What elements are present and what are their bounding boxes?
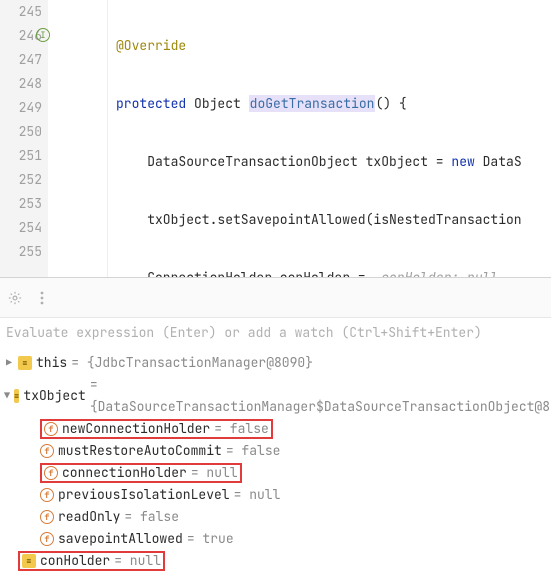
field-icon: f [40, 510, 54, 524]
gutter-line: 255 [0, 240, 42, 264]
object-icon: ≡ [18, 356, 32, 370]
field-icon: f [40, 488, 54, 502]
debug-toolbar [0, 278, 551, 318]
variable-savepointallowed[interactable]: ▶ f savepointAllowed = true [0, 528, 551, 550]
gutter-line: 253 [0, 192, 42, 216]
code-editor: 245 246 I 247 248 249 250 251 252 253 25… [0, 0, 551, 278]
gutter-line: 246 I [0, 24, 42, 48]
gutter-line: 251 [0, 144, 42, 168]
variable-txobject[interactable]: ▼ ≡ txObject = {DataSourceTransactionMan… [0, 374, 551, 418]
gutter-line: 252 [0, 168, 42, 192]
line-gutter: 245 246 I 247 248 249 250 251 252 253 25… [0, 0, 48, 277]
code-line[interactable]: @Override [108, 34, 551, 58]
variable-previousisolationlevel[interactable]: ▶ f previousIsolationLevel = null [0, 484, 551, 506]
highlight-box: ≡ conHolder = null [18, 551, 165, 571]
code-line[interactable]: ConnectionHolder conHolder = conHolder: … [108, 266, 551, 277]
field-icon: f [40, 532, 54, 546]
highlight-box: f newConnectionHolder = false [40, 419, 273, 439]
object-icon: ≡ [14, 389, 19, 403]
code-line[interactable]: protected Object doGetTransaction() { [108, 92, 551, 116]
object-icon: ≡ [22, 554, 36, 568]
variable-newconnectionholder[interactable]: ▶ f newConnectionHolder = false [0, 418, 551, 440]
override-gutter-icon[interactable]: I [36, 28, 50, 42]
inline-hint: conHolder: null [381, 269, 498, 277]
field-icon: f [44, 466, 58, 480]
chevron-down-icon[interactable]: ▼ [4, 385, 10, 407]
code-line[interactable]: txObject.setSavepointAllowed(isNestedTra… [108, 208, 551, 232]
code-area[interactable]: @Override protected Object doGetTransact… [108, 0, 551, 277]
gutter-line: 254 [0, 216, 42, 240]
gutter-line: 245 [0, 0, 42, 24]
code-margin [48, 0, 108, 277]
gutter-line: 247 [0, 48, 42, 72]
highlight-box: f connectionHolder = null [40, 463, 242, 483]
field-icon: f [44, 422, 58, 436]
variable-mustrestoreautocommit[interactable]: ▶ f mustRestoreAutoCommit = false [0, 440, 551, 462]
settings-icon[interactable] [8, 291, 22, 305]
variable-connectionholder[interactable]: ▶ f connectionHolder = null [0, 462, 551, 484]
more-icon[interactable] [36, 291, 48, 305]
variable-this[interactable]: ▶ ≡ this = {JdbcTransactionManager@8090} [0, 352, 551, 374]
field-icon: f [40, 444, 54, 458]
variables-tree[interactable]: ▶ ≡ this = {JdbcTransactionManager@8090}… [0, 348, 551, 576]
chevron-right-icon[interactable]: ▶ [4, 352, 14, 374]
code-line[interactable]: DataSourceTransactionObject txObject = n… [108, 150, 551, 174]
variable-readonly[interactable]: ▶ f readOnly = false [0, 506, 551, 528]
gutter-line: 250 [0, 120, 42, 144]
evaluate-expression-input[interactable]: Evaluate expression (Enter) or add a wat… [0, 318, 551, 348]
gutter-line: 249 [0, 96, 42, 120]
variable-conholder[interactable]: ▶ ≡ conHolder = null [0, 550, 551, 572]
gutter-line: 248 [0, 72, 42, 96]
